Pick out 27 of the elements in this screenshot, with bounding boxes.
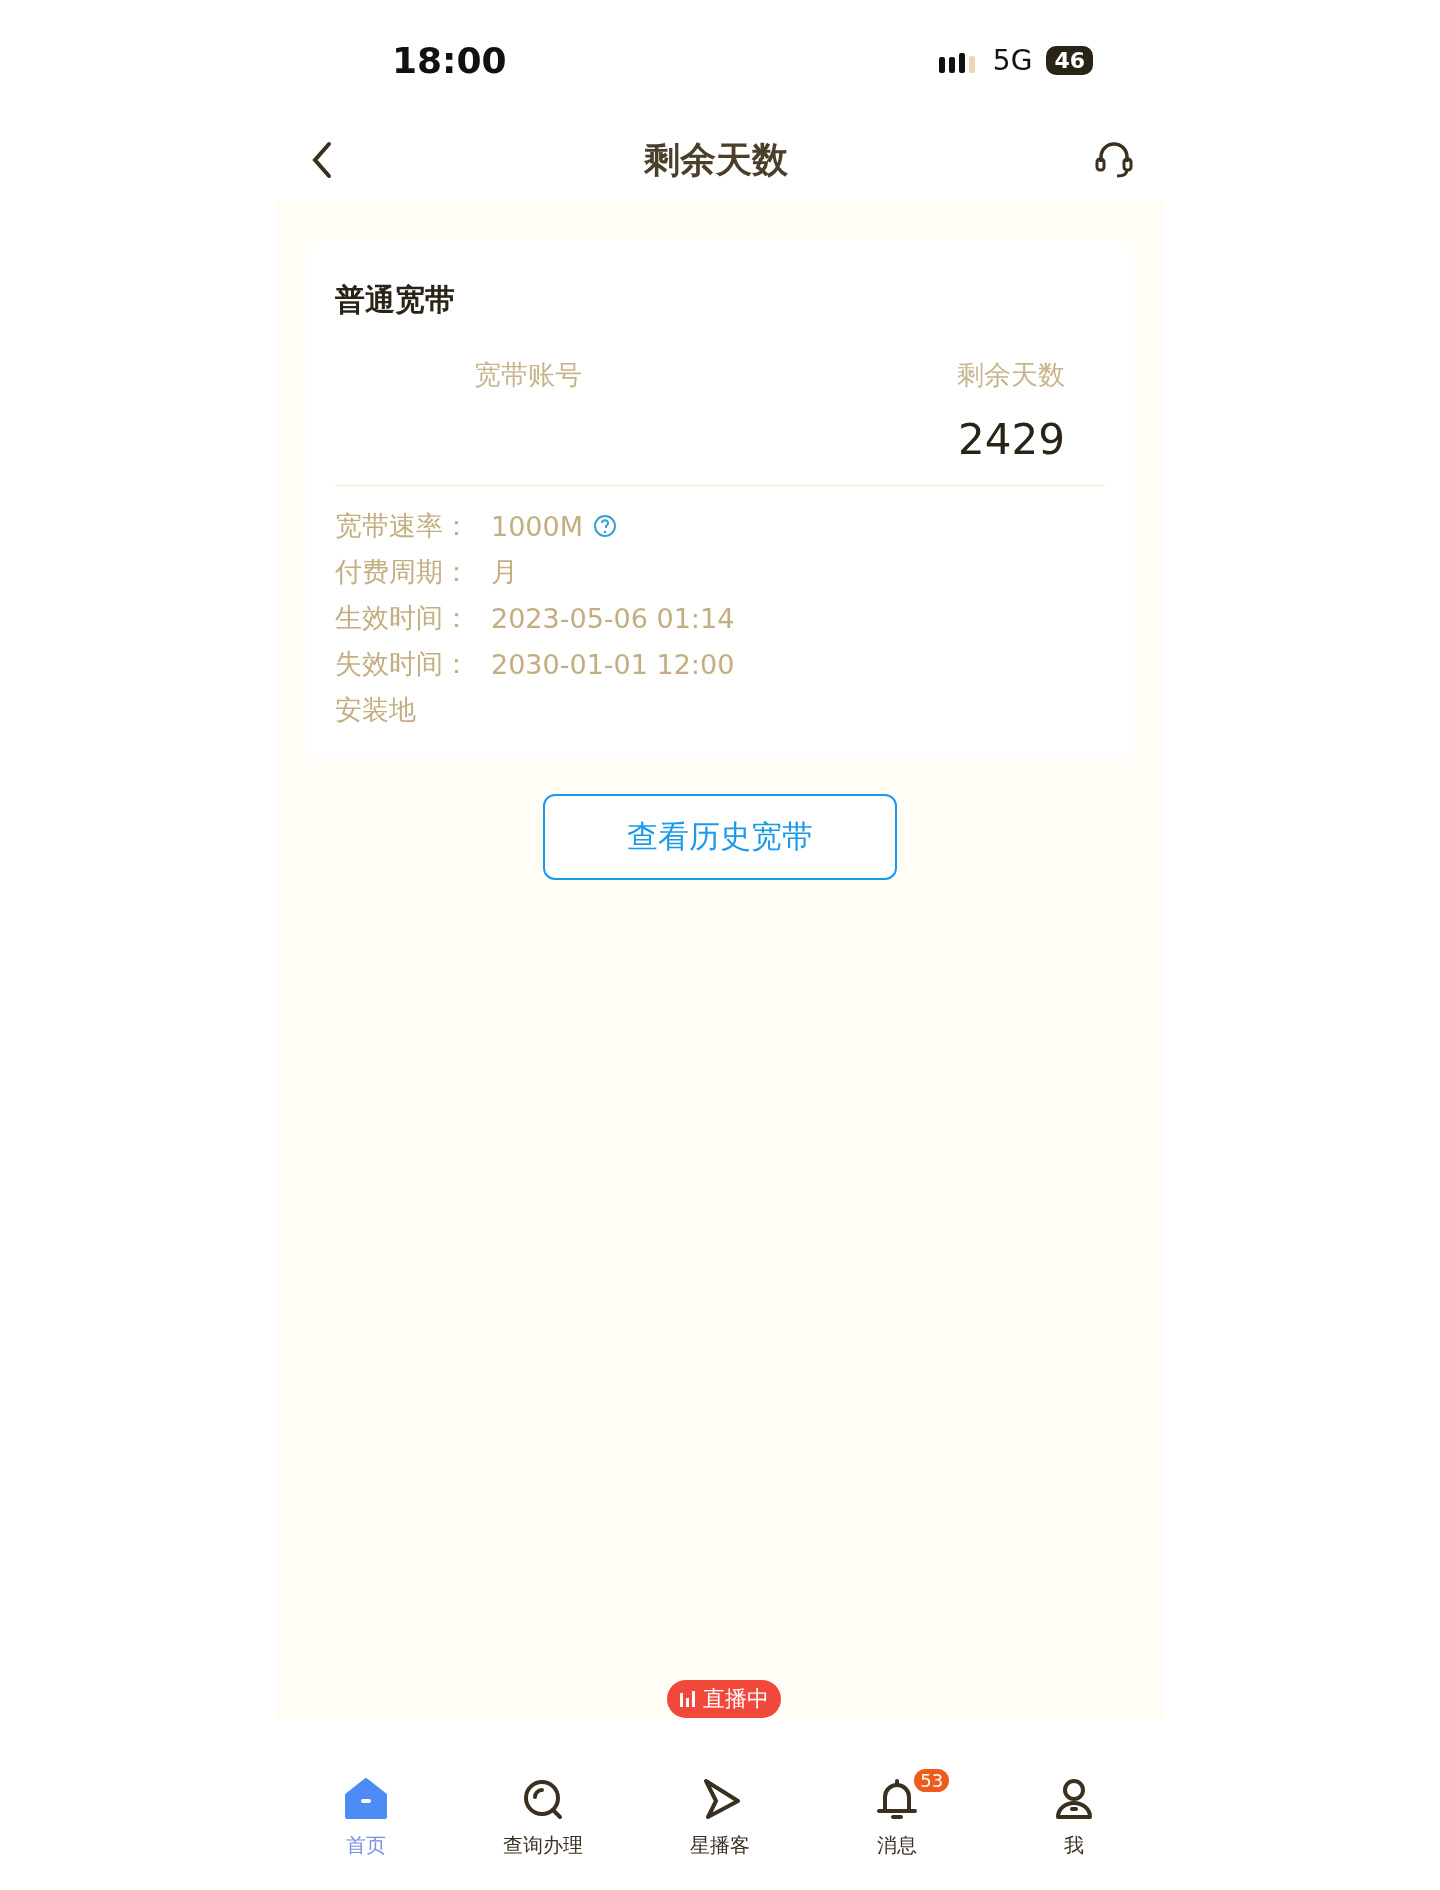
detail-label: 付费周期： <box>335 555 471 589</box>
detail-value: 1000M <box>491 510 583 542</box>
bell-icon <box>875 1777 920 1821</box>
status-time: 18:00 <box>392 39 507 81</box>
network-label: 5G <box>992 43 1033 77</box>
tab-item[interactable]: 星播客 <box>631 1720 809 1860</box>
page-title: 剩余天数 <box>644 137 788 182</box>
detail-label: 安装地 <box>335 693 417 727</box>
help-icon[interactable] <box>593 514 617 538</box>
count-badge: 53 <box>914 1769 950 1792</box>
detail-label: 宽带速率： <box>335 509 471 543</box>
detail-label: 生效时间： <box>335 601 471 635</box>
remaining-days-value: 2429 <box>958 415 1065 465</box>
battery-indicator: 46 <box>1046 45 1093 75</box>
tab-item[interactable]: 我 <box>985 1720 1163 1860</box>
tab-item[interactable]: 查询办理 <box>454 1720 632 1860</box>
headset-icon[interactable] <box>1095 140 1133 180</box>
live-badge[interactable]: 直播中 <box>667 1680 781 1718</box>
home-icon <box>342 1777 389 1821</box>
column-header: 宽带账号 <box>473 358 582 392</box>
column-header: 剩余天数 <box>957 358 1065 392</box>
card-title: 普通宽带 <box>335 281 456 319</box>
detail-value: 2030-01-01 12:00 <box>491 648 735 680</box>
detail-label: 失效时间： <box>335 647 471 681</box>
tab-item[interactable]: 53 消息 <box>808 1720 986 1860</box>
detail-value: 2023-05-06 01:14 <box>491 602 735 634</box>
detail-value: 月 <box>491 555 518 589</box>
